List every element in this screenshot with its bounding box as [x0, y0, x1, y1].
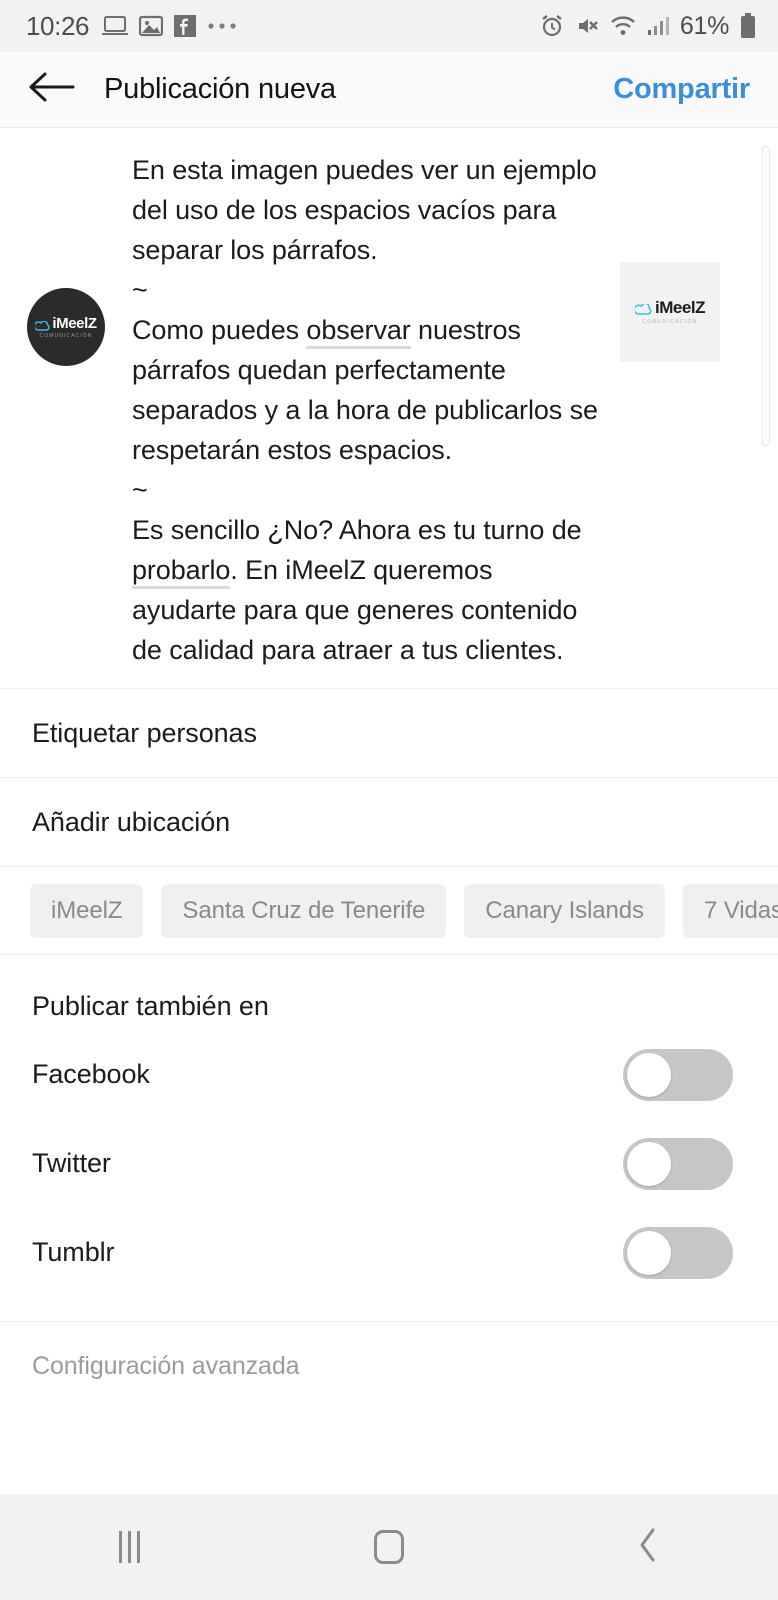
status-time: 10:26 [26, 10, 90, 41]
post-thumbnail[interactable]: iMeelZ COMUNICACIÓN [620, 262, 720, 362]
caption-paragraph-1: En esta imagen puedes ver un ejemplo del… [132, 155, 597, 265]
more-icon [207, 22, 237, 30]
switch-knob [627, 1230, 671, 1275]
location-chip[interactable]: Santa Cruz de Tenerife [161, 883, 447, 938]
mute-icon [575, 14, 599, 38]
share-toggle-twitter[interactable]: Twitter [0, 1119, 778, 1208]
caption-scrollbar[interactable] [762, 146, 770, 446]
location-suggestions[interactable]: iMeelZ Santa Cruz de Tenerife Canary Isl… [0, 867, 778, 955]
photo-icon [139, 15, 164, 37]
signal-icon [647, 16, 669, 36]
laptop-icon [102, 15, 129, 37]
caption-separator-1: ~ [132, 275, 148, 305]
battery-percent: 61% [679, 11, 729, 40]
avatar-brand: iMeelZ [52, 314, 97, 332]
caption-separator-2: ~ [132, 475, 148, 505]
tag-people-label: Etiquetar personas [32, 717, 257, 748]
back-nav-button[interactable] [588, 1494, 708, 1600]
battery-icon [740, 13, 756, 39]
share-toggle-label: Tumblr [32, 1237, 115, 1267]
tumblr-switch[interactable] [623, 1226, 733, 1279]
twitter-switch[interactable] [623, 1137, 733, 1190]
switch-knob [627, 1052, 671, 1097]
tag-people-row[interactable]: Etiquetar personas [0, 689, 778, 778]
page-title: Publicación nueva [104, 73, 336, 105]
share-toggle-label: Twitter [32, 1148, 111, 1178]
facebook-icon [174, 15, 197, 37]
status-bar: 10:26 61% [0, 0, 778, 52]
system-navigation-bar [0, 1494, 778, 1600]
share-toggle-tumblr[interactable]: Tumblr [0, 1208, 778, 1297]
caption-paragraph-3: Es sencillo ¿No? Ahora es tu turno de pr… [132, 510, 602, 670]
wifi-icon [610, 15, 636, 37]
thumbnail-brand: iMeelZ [655, 298, 705, 317]
share-to-title: Publicar también en [32, 991, 269, 1021]
thumbnail-logo: iMeelZ [633, 298, 705, 317]
caption-input[interactable]: En esta imagen puedes ver un ejemplo del… [132, 150, 620, 670]
avatar: iMeelZ COMUNICACIÓN [27, 288, 105, 366]
back-button[interactable] [24, 63, 78, 117]
caption-p3-spellcheck-word: probarlo [132, 555, 230, 589]
thumbnail-tagline: COMUNICACIÓN [642, 319, 698, 325]
caption-paragraph-2: Como puedes observar nuestros párrafos q… [132, 310, 602, 470]
arrow-left-icon [27, 70, 75, 109]
location-chip[interactable]: iMeelZ [30, 883, 144, 938]
recents-icon [119, 1531, 141, 1563]
back-icon [637, 1527, 659, 1568]
cloud-icon [633, 302, 652, 315]
caption-section: iMeelZ COMUNICACIÓN En esta imagen puede… [0, 128, 778, 689]
avatar-tagline: COMUNICACIÓN [39, 332, 93, 339]
home-icon [373, 1530, 404, 1564]
advanced-settings-link[interactable]: Configuración avanzada [0, 1322, 778, 1411]
avatar-column: iMeelZ COMUNICACIÓN [0, 150, 132, 670]
home-button[interactable] [329, 1494, 449, 1600]
cloud-icon [34, 318, 50, 331]
share-toggle-facebook[interactable]: Facebook [0, 1030, 778, 1119]
share-button[interactable]: Compartir [613, 73, 750, 106]
location-chip[interactable]: Canary Islands [464, 883, 665, 938]
caption-p2-before: Como puedes [132, 315, 307, 345]
facebook-switch[interactable] [623, 1048, 733, 1101]
avatar-logo: iMeelZ [34, 314, 97, 332]
status-bar-left: 10:26 [26, 11, 237, 42]
thumbnail-column: iMeelZ COMUNICACIÓN [620, 150, 770, 670]
caption-p3-before: Es sencillo ¿No? Ahora es tu turno de [132, 515, 582, 545]
app-header: Publicación nueva Compartir [0, 52, 778, 128]
status-bar-right: 61% [540, 12, 756, 41]
caption-p2-spellcheck-word: observar [306, 315, 411, 349]
add-location-label: Añadir ubicación [32, 806, 231, 837]
share-toggle-label: Facebook [32, 1059, 150, 1089]
add-location-row[interactable]: Añadir ubicación [0, 778, 778, 867]
recents-button[interactable] [70, 1494, 190, 1600]
alarm-icon [540, 14, 564, 38]
switch-knob [627, 1141, 671, 1186]
location-chip[interactable]: 7 Vidas [682, 883, 778, 938]
